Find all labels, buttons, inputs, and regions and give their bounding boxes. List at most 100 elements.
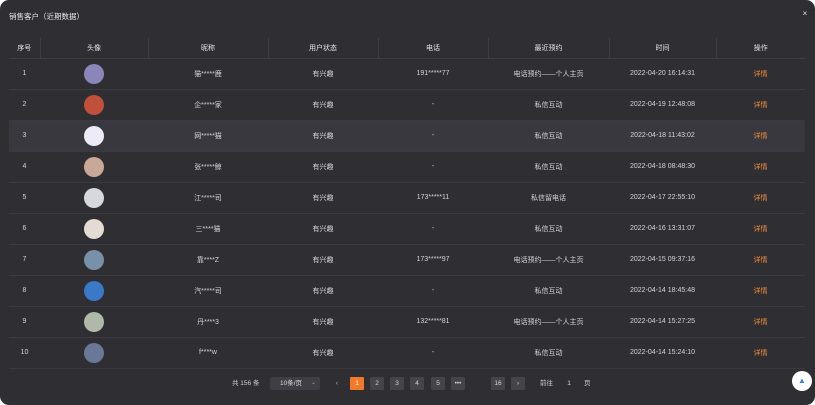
nickname-cell: 张*****鲸	[148, 151, 268, 183]
column-header: 最近预约	[487, 38, 609, 59]
detail-link[interactable]: 详情	[754, 195, 768, 202]
timestamp-cell: 2022-04-17 22:55:10	[609, 182, 716, 214]
latest-appointment: 私信互动	[534, 287, 563, 295]
detail-link[interactable]: 详情	[754, 133, 768, 140]
phone-cell: 173*****11	[378, 182, 488, 214]
detail-link-cell: 详情	[716, 182, 805, 214]
phone-cell: 132*****81	[378, 306, 488, 338]
detail-link[interactable]: 详情	[754, 71, 768, 78]
user-status: 有兴趣	[312, 132, 334, 140]
phone: -	[431, 101, 435, 108]
latest-appointment-cell: 私信留电话	[488, 182, 609, 214]
phone-cell: 173*****97	[378, 244, 488, 276]
next-page-button[interactable]: ›	[511, 377, 525, 390]
customer-panel: 销售客户（近期数据） × 序号 头像 昵称 用户状态 电话 最近预约 时间 操作 1 猫****…	[0, 0, 815, 405]
detail-link[interactable]: 详情	[754, 164, 768, 171]
scroll-top-button[interactable]: ▲	[792, 371, 812, 391]
table-row: 10 f****w 有兴趣 - 私信互动 2022-04-14 15:24:10 详情	[9, 337, 805, 369]
page-button-3[interactable]: 3	[390, 377, 404, 390]
latest-appointment-cell: 私信互动	[488, 151, 609, 183]
nickname: 汽*****司	[194, 287, 222, 295]
timestamp: 2022-04-19 12:48:08	[630, 101, 695, 108]
detail-link[interactable]: 详情	[754, 350, 768, 357]
detail-link-cell: 详情	[716, 151, 805, 183]
page-button-16[interactable]: 16	[491, 377, 505, 390]
nickname-cell: 靠****Z	[148, 244, 268, 276]
detail-link[interactable]: 详情	[754, 257, 768, 264]
column-header: 头像	[39, 38, 148, 59]
row-index-cell: 2	[9, 89, 40, 121]
phone: 132*****81	[416, 318, 450, 325]
timestamp: 2022-04-15 09:37:16	[630, 256, 695, 263]
prev-page-button[interactable]: ‹	[330, 377, 344, 390]
latest-appointment-cell: 电话预约——个人主页	[488, 244, 609, 276]
pagination: 共 156 条 10条/页 ⌄ ‹ 1 2 3 4 5 ••• 16 › 前往 1 页	[0, 377, 815, 390]
row-index-cell: 8	[9, 275, 40, 307]
timestamp-cell: 2022-04-16 13:31:07	[609, 213, 716, 245]
phone-cell: -	[378, 151, 488, 183]
latest-appointment: 私信留电话	[531, 194, 566, 202]
close-button[interactable]: ×	[800, 9, 810, 19]
latest-appointment: 电话预约——个人主页	[513, 318, 584, 326]
latest-appointment: 电话预约——个人主页	[513, 70, 584, 78]
page-button-2[interactable]: 2	[370, 377, 384, 390]
nickname-cell: 丹****3	[148, 306, 268, 338]
row-index: 1	[22, 70, 27, 77]
more-pages-button[interactable]: •••	[451, 377, 465, 390]
page-button-4[interactable]: 4	[410, 377, 424, 390]
detail-link-cell: 详情	[716, 58, 805, 90]
latest-appointment-cell: 私信互动	[488, 120, 609, 152]
page-button-1[interactable]: 1	[350, 377, 364, 390]
avatar	[84, 280, 104, 301]
user-status: 有兴趣	[312, 101, 334, 109]
nickname-cell: 网*****猫	[148, 120, 268, 152]
avatar-cell	[40, 306, 148, 338]
timestamp: 2022-04-16 13:31:07	[630, 225, 695, 232]
timestamp: 2022-04-17 22:55:10	[630, 194, 695, 201]
nickname: 网*****猫	[194, 132, 222, 140]
avatar	[84, 187, 104, 208]
column-header: 时间	[608, 38, 716, 59]
page-unit: 页	[584, 380, 591, 387]
detail-link[interactable]: 详情	[754, 102, 768, 109]
page-size-value: 10条/页	[280, 380, 303, 387]
row-index-cell: 7	[9, 244, 40, 276]
table-body: 1 猫*****鹿 有兴趣 191*****77 电话预约——个人主页 2022-04-2…	[9, 58, 805, 369]
phone: 191*****77	[416, 70, 450, 77]
user-status-cell: 有兴趣	[268, 182, 378, 214]
phone: 173*****11	[416, 194, 450, 201]
phone-cell: -	[378, 337, 488, 369]
table-row: 8 汽*****司 有兴趣 - 私信互动 2022-04-14 18:45:48 详情	[9, 275, 805, 307]
latest-appointment-cell: 私信互动	[488, 337, 609, 369]
latest-appointment: 私信互动	[534, 163, 563, 171]
phone: -	[431, 132, 435, 139]
column-header: 操作	[715, 38, 805, 59]
nickname-cell: 三****猫	[148, 213, 268, 245]
row-index-cell: 5	[9, 182, 40, 214]
detail-link-cell: 详情	[716, 244, 805, 276]
timestamp-cell: 2022-04-14 15:24:10	[609, 337, 716, 369]
row-index: 4	[22, 163, 27, 170]
page-size-select[interactable]: 10条/页 ⌄	[270, 377, 320, 390]
phone: -	[431, 287, 435, 294]
detail-link[interactable]: 详情	[754, 226, 768, 233]
arrow-up-icon: ▲	[798, 376, 806, 385]
page-button-5[interactable]: 5	[431, 377, 445, 390]
detail-link[interactable]: 详情	[754, 288, 768, 295]
avatar-cell	[40, 244, 148, 276]
row-index-cell: 6	[9, 213, 40, 245]
table-row: 4 张*****鲸 有兴趣 - 私信互动 2022-04-18 08:48:30 详情	[9, 151, 805, 183]
table-row: 3 网*****猫 有兴趣 - 私信互动 2022-04-18 11:43:02 详情	[9, 120, 805, 152]
avatar	[84, 125, 104, 146]
avatar-cell	[40, 151, 148, 183]
detail-link[interactable]: 详情	[754, 319, 768, 326]
table-row: 6 三****猫 有兴趣 - 私信互动 2022-04-16 13:31:07 详情	[9, 213, 805, 245]
user-status: 有兴趣	[312, 225, 334, 233]
avatar-cell	[40, 120, 148, 152]
table-row: 7 靠****Z 有兴趣 173*****97 电话预约——个人主页 2022-04-15…	[9, 244, 805, 276]
column-header: 用户状态	[267, 38, 378, 59]
detail-link-cell: 详情	[716, 89, 805, 121]
user-status: 有兴趣	[312, 349, 334, 357]
goto-page-input[interactable]: 1	[561, 377, 577, 390]
timestamp: 2022-04-14 15:24:10	[630, 349, 695, 356]
